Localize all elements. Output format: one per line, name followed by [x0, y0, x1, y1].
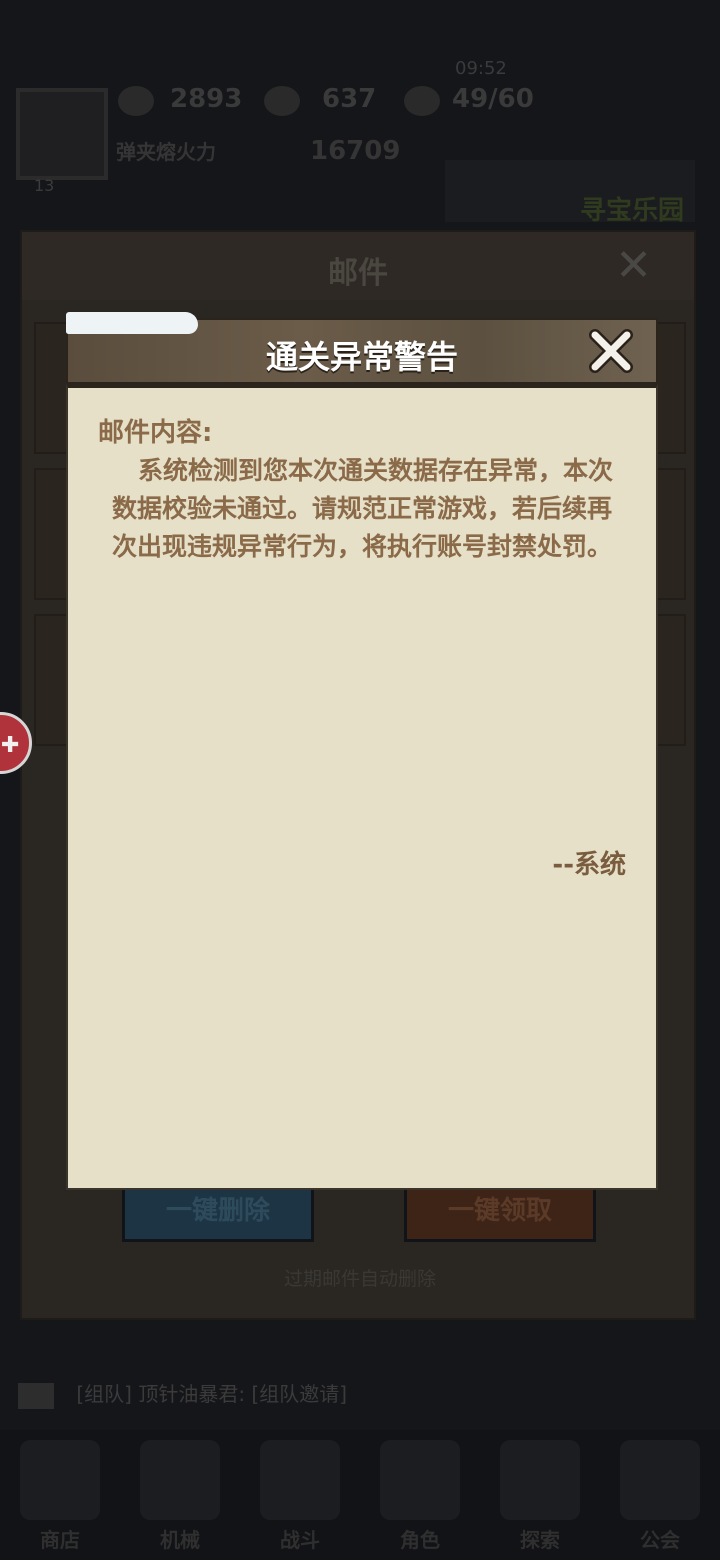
mail-content-text: 系统检测到您本次通关数据存在异常，本次数据校验未通过。请规范正常游戏，若后续再次…: [112, 456, 614, 561]
clock: 09:52: [455, 58, 507, 79]
energy-icon: [404, 86, 440, 116]
top-hud: 09:52 13 2893 637 49/60 弹夹熔火力 16709 寻宝乐园: [0, 0, 720, 230]
nav-item-explore[interactable]: 探索: [480, 1430, 600, 1560]
nav-label: 公会: [640, 1528, 680, 1552]
guild-icon: [620, 1440, 700, 1520]
nav-label: 角色: [400, 1528, 440, 1552]
nav-item-mech[interactable]: 机械: [120, 1430, 240, 1560]
mech-icon: [140, 1440, 220, 1520]
nav-label: 机械: [160, 1528, 200, 1552]
energy-count: 49/60: [452, 84, 534, 114]
chat-message: [组队] 顶针油暴君: [组队邀请]: [76, 1382, 348, 1406]
gem-count: 637: [322, 84, 377, 114]
nav-label: 探索: [520, 1528, 560, 1552]
nav-item-shop[interactable]: 商店: [0, 1430, 120, 1560]
expire-note: 过期邮件自动删除: [283, 1268, 436, 1290]
nav-label: 商店: [40, 1528, 80, 1552]
player-name: 弹夹熔火力: [116, 140, 216, 164]
chat-icon: [18, 1382, 54, 1409]
character-icon: [380, 1440, 460, 1520]
event-label: 寻宝乐园: [579, 196, 684, 226]
shop-icon: [20, 1440, 100, 1520]
gold-icon: [118, 86, 154, 116]
gem-icon: [264, 86, 300, 116]
snow-decoration: [66, 312, 198, 334]
close-icon: [589, 329, 633, 373]
dialog-header: 通关异常警告: [66, 312, 658, 384]
explore-icon: [500, 1440, 580, 1520]
player-level: 13: [34, 176, 55, 195]
warning-dialog: 通关异常警告 邮件内容: 系统检测到您本次通关数据存在异常，本次数据校验未通过。…: [66, 312, 658, 1190]
dialog-title: 通关异常警告: [265, 338, 458, 376]
gamepad-icon: ✚: [1, 733, 20, 758]
combat-power: 16709: [310, 136, 401, 166]
game-screen: 09:52 13 2893 637 49/60 弹夹熔火力 16709 寻宝乐园…: [0, 0, 720, 1560]
nav-item-character[interactable]: 角色: [360, 1430, 480, 1560]
mail-signature: --系统: [552, 850, 626, 880]
mail-content-label: 邮件内容:: [98, 418, 213, 448]
mail-panel-header: 邮件 ✕: [22, 232, 694, 300]
dialog-body: 邮件内容: 系统检测到您本次通关数据存在异常，本次数据校验未通过。请规范正常游戏…: [66, 384, 658, 1190]
bottom-nav: 商店 机械 战斗 角色 探索 公会: [0, 1430, 720, 1560]
nav-item-guild[interactable]: 公会: [600, 1430, 720, 1560]
gold-count: 2893: [170, 84, 243, 114]
mail-panel-title: 邮件: [328, 256, 388, 291]
mail-panel-close-icon[interactable]: ✕: [615, 244, 652, 288]
player-avatar: [16, 88, 108, 180]
nav-item-battle[interactable]: 战斗: [240, 1430, 360, 1560]
battle-icon: [260, 1440, 340, 1520]
dialog-close-button[interactable]: [586, 326, 636, 376]
chat-bar[interactable]: [组队] 顶针油暴君: [组队邀请]: [18, 1378, 347, 1409]
nav-label: 战斗: [280, 1528, 320, 1552]
